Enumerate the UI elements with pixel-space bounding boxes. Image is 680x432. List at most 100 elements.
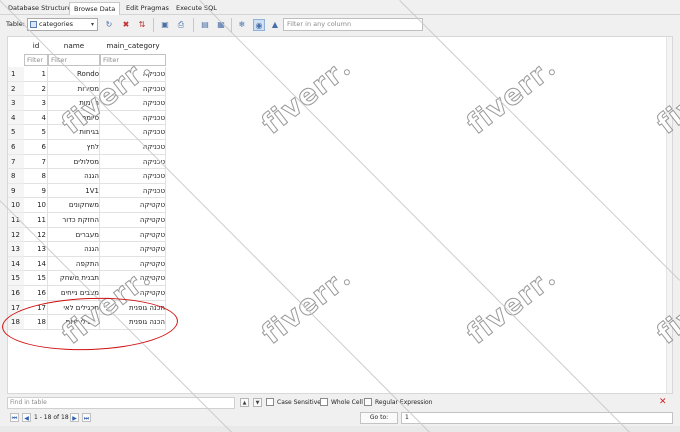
last-record-icon[interactable]: ⏭ [82, 413, 91, 422]
cell-name[interactable]: מעברים [48, 227, 100, 243]
cell-main-category[interactable]: טכניקה [100, 183, 166, 199]
goto-input[interactable]: 1 [401, 412, 673, 424]
cell-name[interactable]: התקפה [48, 256, 100, 272]
row-number-cell[interactable]: 3 [8, 96, 24, 111]
cell-id[interactable]: 17 [24, 300, 48, 316]
row-number-cell[interactable]: 18 [8, 315, 24, 330]
clear-sorting-icon[interactable]: ⇅ [136, 19, 148, 31]
cell-name[interactable]: Rondo [48, 67, 100, 82]
tab-browse-data[interactable]: Browse Data [69, 2, 121, 15]
cell-main-category[interactable]: טקטיקה [100, 256, 166, 272]
cell-name[interactable]: הגנה [48, 242, 100, 257]
cell-main-category[interactable]: טקטיקה [100, 286, 166, 301]
close-icon[interactable]: ✕ [659, 396, 667, 408]
cell-id[interactable]: 7 [24, 154, 48, 170]
cell-id[interactable]: 4 [24, 110, 48, 126]
cell-name[interactable]: תבנית משחק [48, 271, 100, 286]
previous-record-icon[interactable]: ◀ [22, 413, 31, 422]
row-number-cell[interactable]: 6 [8, 140, 24, 155]
data-grid[interactable]: id name main_category Filter Filter Filt… [7, 36, 673, 394]
refresh-icon[interactable]: ↻ [103, 19, 115, 31]
goto-button[interactable]: Go to: [360, 412, 398, 424]
print-icon[interactable]: ⎙ [175, 19, 187, 31]
cell-name[interactable]: מסלולים [48, 154, 100, 170]
global-filter-input[interactable]: Filter in any column [283, 18, 423, 31]
cell-id[interactable]: 9 [24, 183, 48, 199]
tab-database-structure[interactable]: Database Structure [4, 2, 75, 15]
find-next-button[interactable]: ▼ [253, 398, 262, 407]
vertical-scrollbar[interactable] [666, 37, 672, 393]
clear-filters-icon[interactable]: ✖ [120, 19, 132, 31]
find-input[interactable]: Find in table [7, 397, 235, 409]
cell-id[interactable]: 11 [24, 213, 48, 228]
insert-record-icon[interactable]: ▤ [199, 19, 211, 31]
cell-name[interactable]: תרגילים לאי [48, 300, 100, 316]
row-number-cell[interactable]: 7 [8, 154, 24, 170]
cell-id[interactable]: 8 [24, 169, 48, 184]
filter-input-main-category[interactable]: Filter [100, 54, 166, 66]
cell-id[interactable]: 18 [24, 315, 48, 330]
regex-checkbox[interactable] [364, 398, 372, 406]
cell-id[interactable]: 12 [24, 227, 48, 243]
column-header-name[interactable]: name [48, 39, 100, 53]
cell-main-category[interactable]: טכניקה [100, 154, 166, 170]
cell-id[interactable]: 3 [24, 96, 48, 111]
case-sensitive-checkbox[interactable] [266, 398, 274, 406]
row-number-cell[interactable]: 1 [8, 67, 24, 82]
cell-main-category[interactable]: טקטיקה [100, 227, 166, 243]
cell-name[interactable]: מצבים נייחים [48, 286, 100, 301]
column-header-main-category[interactable]: main_category [100, 39, 166, 53]
cell-id[interactable]: 15 [24, 271, 48, 286]
filter-input-id[interactable]: Filter [24, 54, 48, 66]
table-select[interactable]: categories ▾ [27, 18, 98, 31]
cell-name[interactable]: תרגילי סיום [48, 315, 100, 330]
row-number-cell[interactable]: 11 [8, 213, 24, 228]
cell-main-category[interactable]: הכנה גופנית [100, 300, 166, 316]
cell-id[interactable]: 5 [24, 125, 48, 140]
cell-main-category[interactable]: טקטיקה [100, 213, 166, 228]
cell-main-category[interactable]: טכניקה [100, 169, 166, 184]
row-number-cell[interactable]: 4 [8, 110, 24, 126]
cell-id[interactable]: 16 [24, 286, 48, 301]
cell-name[interactable]: החזקת כדור [48, 213, 100, 228]
delete-record-icon[interactable]: ▦ [215, 19, 227, 31]
cell-name[interactable]: מסירות [48, 81, 100, 97]
first-record-icon[interactable]: ⏮ [10, 413, 19, 422]
cell-id[interactable]: 6 [24, 140, 48, 155]
whole-cell-checkbox[interactable] [320, 398, 328, 406]
tab-execute-sql[interactable]: Execute SQL [172, 2, 221, 15]
cell-main-category[interactable]: טקטיקה [100, 271, 166, 286]
set-encoding-icon[interactable]: ❄ [236, 19, 248, 31]
text-format-icon[interactable]: ◉ [253, 19, 265, 31]
row-number-cell[interactable]: 14 [8, 256, 24, 272]
cell-id[interactable]: 10 [24, 198, 48, 213]
cell-main-category[interactable]: טכניקה [100, 67, 166, 82]
cell-main-category[interactable]: טכניקה [100, 125, 166, 140]
cell-name[interactable]: משחקונים [48, 198, 100, 213]
filter-input-name[interactable]: Filter [48, 54, 100, 66]
row-number-cell[interactable]: 8 [8, 169, 24, 184]
row-number-cell[interactable]: 13 [8, 242, 24, 257]
cell-id[interactable]: 13 [24, 242, 48, 257]
cell-main-category[interactable]: טקטיקה [100, 198, 166, 213]
cell-name[interactable]: סיומת [48, 110, 100, 126]
cell-name[interactable]: לחץ [48, 140, 100, 155]
cell-main-category[interactable]: הכנה גופנית [100, 315, 166, 330]
cell-name[interactable]: הגנה [48, 169, 100, 184]
row-number-cell[interactable]: 16 [8, 286, 24, 301]
cell-name[interactable]: הרמות [48, 96, 100, 111]
row-number-cell[interactable]: 15 [8, 271, 24, 286]
next-record-icon[interactable]: ▶ [70, 413, 79, 422]
row-number-cell[interactable]: 12 [8, 227, 24, 243]
cell-id[interactable]: 1 [24, 67, 48, 82]
row-number-cell[interactable]: 9 [8, 183, 24, 199]
column-header-id[interactable]: id [24, 39, 48, 53]
row-number-cell[interactable]: 2 [8, 81, 24, 97]
cell-main-category[interactable]: טכניקה [100, 81, 166, 97]
cell-main-category[interactable]: טכניקה [100, 140, 166, 155]
row-number-cell[interactable]: 5 [8, 125, 24, 140]
conditional-format-icon[interactable]: ▲ [269, 19, 281, 31]
cell-main-category[interactable]: טקטיקה [100, 242, 166, 257]
cell-main-category[interactable]: טכניקה [100, 110, 166, 126]
cell-name[interactable]: בגיחות [48, 125, 100, 140]
